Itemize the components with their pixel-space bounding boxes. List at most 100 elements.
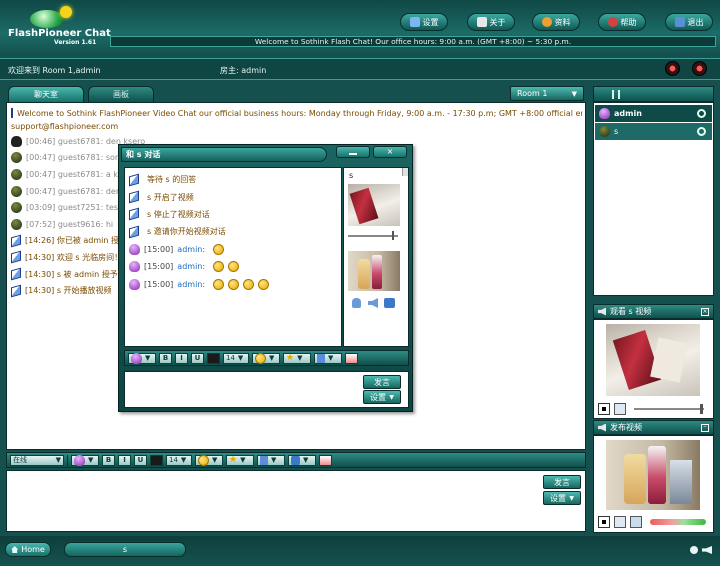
scrollbar[interactable] [402,168,408,176]
user-list-header [593,86,714,102]
room-select[interactable]: Room 1 ▼ [510,86,584,101]
video-object-icon [650,337,688,383]
chevron-down-icon: ▼ [389,393,394,401]
chevron-down-icon: ▼ [88,456,94,464]
camera-settings-icon[interactable] [630,516,642,528]
frog-icon [11,168,22,180]
status-select[interactable]: 在线 ▼ [10,454,64,466]
alien-avatar-icon [131,352,142,364]
private-chat-toolbar: ▼ B I U 14 ▼ ▼ ★ ▼ ▼ [124,350,409,366]
status-select-value: 在线 [13,456,27,464]
alien-avatar-icon [129,278,140,290]
send-file-select[interactable]: ▼ [288,454,316,466]
stop-button[interactable] [598,403,610,415]
avatar-select[interactable]: ▼ [71,454,99,466]
user-list[interactable]: admin s [593,102,714,296]
clear-log-icon[interactable] [319,454,332,466]
exit-button[interactable]: 退出 [665,13,713,31]
minimize-button[interactable] [336,146,370,158]
logo-bubble-icon [30,10,64,28]
private-video-pane: s [343,167,409,347]
microphone-icon[interactable] [352,298,361,308]
emoticon-select[interactable]: ▼ [252,352,280,364]
minimize-icon[interactable]: – [701,423,709,432]
chevron-down-icon: ▼ [297,354,303,362]
microphone-icon[interactable] [614,516,626,528]
tab-whiteboard[interactable]: 画板 [88,86,154,103]
close-button[interactable]: × [373,146,407,158]
bold-button[interactable]: B [102,454,115,466]
underline-button[interactable]: U [191,352,204,364]
volume-slider[interactable] [634,408,704,410]
private-chat-log[interactable]: 等待 s 的回答 s 开启了视频 s 停止了视频对话 s 邀请你开始视频对话 [15:0… [124,167,342,347]
message-time: [15:00] [144,244,174,254]
peer-volume-handle[interactable] [392,231,394,240]
volume-icon[interactable] [614,403,626,415]
color-picker-icon[interactable] [150,454,163,466]
italic-button[interactable]: I [118,454,131,466]
speaker-icon [598,423,606,432]
chevron-down-icon: ▼ [212,456,218,464]
speaker-icon[interactable] [368,298,378,308]
host-text: 房主: admin [220,66,267,75]
settings-label: 设置 [422,17,439,27]
message-input[interactable] [6,470,586,532]
close-icon[interactable]: × [701,307,709,316]
tab-chat[interactable]: 聊天室 [8,86,84,103]
about-label: 关于 [489,17,506,27]
user-status-icon [697,109,706,118]
alien-avatar-icon [599,108,610,119]
info-icon[interactable] [690,546,698,554]
help-button[interactable]: 帮助 [598,13,646,31]
send-button[interactable]: 发言 [543,475,581,489]
underline-button[interactable]: U [134,454,147,466]
chevron-down-icon: ▼ [180,456,187,464]
profile-button[interactable]: 资料 [532,13,580,31]
video-object-icon [624,454,646,504]
chevron-down-icon: ▼ [240,456,246,464]
clear-log-icon[interactable] [345,352,358,364]
action-select[interactable]: ★ ▼ [226,454,254,466]
video-object-icon [648,446,666,504]
chevron-down-icon: ▼ [271,456,277,464]
emoticon-select[interactable]: ▼ [195,454,223,466]
chat-message-text: Welcome to Sothink FlashPioneer Video Ch… [17,108,582,118]
font-size-select[interactable]: 14 ▼ [166,454,192,466]
user-name: s [614,127,619,136]
flag-icon [11,107,13,119]
publish-panel-title: 发布视频 [610,423,642,432]
profile-label: 资料 [554,17,571,27]
private-chat-title: 和 s 对话 [126,150,161,159]
private-settings-button[interactable]: 设置 ▼ [363,390,401,404]
font-size-value: 14 [226,354,235,362]
input-settings-button[interactable]: 设置 ▼ [543,491,581,505]
smiley-icon [198,454,209,466]
font-size-select[interactable]: 14 ▼ [223,352,249,364]
publish-panel-header: 发布视频 – [593,420,714,435]
user-row-s[interactable]: s [595,123,712,140]
flag-icon [129,173,139,187]
action-select[interactable]: ★ ▼ [283,352,311,364]
camera-settings-icon[interactable] [384,298,395,308]
private-chat-titlebar[interactable]: 和 s 对话 [121,147,327,162]
format-select[interactable]: ▼ [257,454,285,466]
document-icon [260,455,268,465]
color-picker-icon[interactable] [207,352,220,364]
peer-volume-slider[interactable] [348,235,398,237]
settings-button[interactable]: 设置 [400,13,448,31]
stop-button[interactable] [598,516,610,528]
chat-message-text: [07:52] guest9616: hi [26,219,114,229]
bold-button[interactable]: B [159,352,172,364]
chevron-down-icon: ▼ [269,354,275,362]
avatar-select[interactable]: ▼ [128,352,156,364]
format-select[interactable]: ▼ [314,352,342,364]
home-button[interactable]: Home [5,542,51,557]
private-chat-message-text: s 邀请你开始视频对话 [147,227,226,237]
logo-title: FlashPioneer Chat [8,28,111,39]
private-send-button[interactable]: 发言 [363,375,401,389]
volume-slider-handle[interactable] [700,404,703,414]
user-row-admin[interactable]: admin [595,105,712,122]
about-button[interactable]: 关于 [467,13,515,31]
italic-button[interactable]: I [175,352,188,364]
private-chat-tab[interactable]: s [64,542,186,557]
